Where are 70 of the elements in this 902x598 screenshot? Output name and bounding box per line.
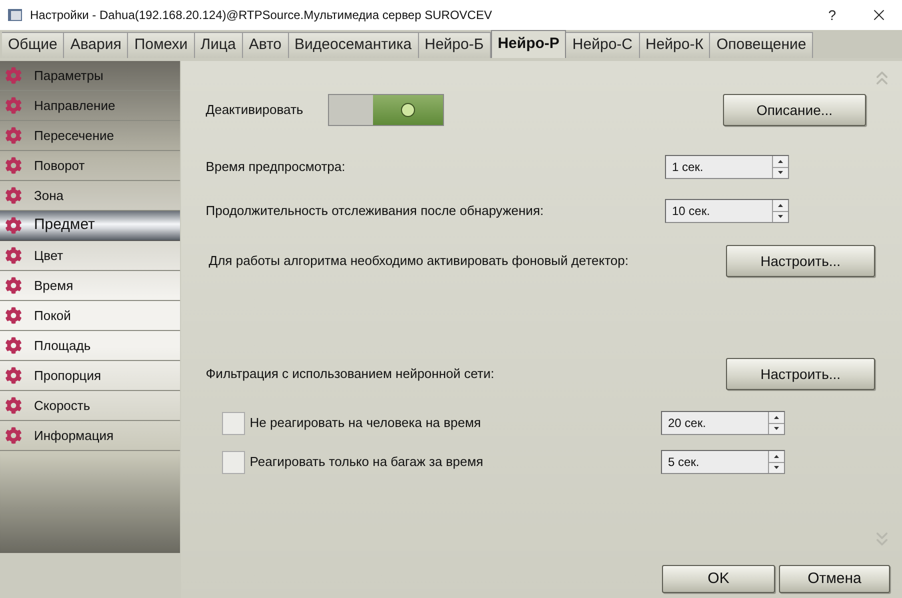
- help-button[interactable]: ?: [828, 4, 836, 26]
- gear-icon: [5, 397, 22, 414]
- sidebar-item[interactable]: Цвет: [0, 241, 180, 271]
- tab[interactable]: Авария: [64, 32, 128, 58]
- spin-field[interactable]: 1 сек.: [665, 155, 789, 179]
- gear-icon: [5, 277, 22, 294]
- ok-button[interactable]: OK: [662, 565, 775, 593]
- gear-icon: [5, 67, 22, 84]
- spin-field[interactable]: 5 сек.: [661, 450, 785, 474]
- sidebar-item[interactable]: Пересечение: [0, 121, 180, 151]
- sidebar-item[interactable]: Пропорция: [0, 361, 180, 391]
- spin-field[interactable]: 10 сек.: [665, 199, 789, 223]
- spin-up-icon[interactable]: [773, 156, 788, 168]
- tracking-duration-label: Продолжительность отслеживания после обнаружения:: [206, 202, 544, 220]
- sidebar-item[interactable]: Направление: [0, 91, 180, 121]
- spin-value: 10 сек.: [671, 203, 711, 220]
- spin-up-icon[interactable]: [769, 412, 784, 424]
- gear-icon: [5, 307, 22, 324]
- window-title: Настройки - Dahua(192.168.20.124)@RTPSource.Мультимедиа сервер SUROVCEV: [30, 7, 492, 24]
- sidebar-item[interactable]: Предмет: [0, 211, 180, 241]
- tab[interactable]: Лица: [194, 32, 243, 58]
- spin-down-icon[interactable]: [773, 212, 788, 222]
- background-detector-label: Для работы алгоритма необходимо активировать фоновый детектор:: [208, 252, 628, 270]
- sidebar-item[interactable]: Площадь: [0, 331, 180, 361]
- spin-down-icon[interactable]: [769, 462, 784, 473]
- spin-up-icon[interactable]: [773, 200, 788, 212]
- spin-down-icon[interactable]: [769, 424, 784, 434]
- gear-icon: [5, 217, 22, 234]
- spin-field[interactable]: 20 сек.: [661, 411, 785, 435]
- description-button[interactable]: Описание...: [723, 94, 866, 126]
- configure-button[interactable]: Настроить...: [726, 358, 875, 390]
- sidebar-item[interactable]: Скорость: [0, 391, 180, 421]
- tab[interactable]: Нейро-С: [566, 32, 640, 58]
- tab[interactable]: Оповещение: [710, 32, 814, 58]
- tab[interactable]: Нейро-К: [640, 32, 710, 58]
- gear-icon: [5, 247, 22, 264]
- gear-icon: [5, 427, 22, 444]
- sidebar-item[interactable]: Информация: [0, 421, 180, 451]
- sidebar-item[interactable]: Покой: [0, 301, 180, 331]
- tab[interactable]: Видеосемантика: [288, 32, 419, 58]
- tab[interactable]: Помехи: [128, 32, 195, 58]
- checkbox[interactable]: [222, 450, 245, 474]
- gear-icon: [5, 157, 22, 174]
- deactivate-label: Деактивировать: [206, 101, 304, 120]
- tab[interactable]: Общие: [2, 32, 64, 58]
- window-icon: [8, 9, 22, 21]
- tab[interactable]: Авто: [242, 32, 289, 58]
- cancel-button[interactable]: Отмена: [779, 565, 890, 593]
- tab[interactable]: Нейро-Б: [418, 32, 491, 58]
- configure-button[interactable]: Настроить...: [726, 245, 875, 277]
- spin-up-icon[interactable]: [769, 451, 784, 462]
- preview-time-label: Время предпросмотра:: [206, 158, 346, 176]
- spin-value: 1 сек.: [671, 159, 704, 176]
- checkbox-label: Реагировать только на багаж за время: [250, 453, 484, 472]
- neural-filter-label: Фильтрация с использованием нейронной сети:: [206, 365, 494, 384]
- spin-value: 5 сек.: [667, 454, 700, 471]
- gear-icon: [5, 127, 22, 144]
- spin-down-icon[interactable]: [773, 168, 788, 178]
- toggle-switch[interactable]: [328, 94, 444, 126]
- gear-icon: [5, 337, 22, 354]
- sidebar-item[interactable]: Время: [0, 271, 180, 301]
- gear-icon: [5, 367, 22, 384]
- checkbox[interactable]: [222, 412, 245, 434]
- tab[interactable]: Нейро-Р: [490, 30, 566, 58]
- sidebar-item[interactable]: Поворот: [0, 151, 180, 181]
- spin-value: 20 сек.: [667, 415, 707, 432]
- sidebar-item[interactable]: Параметры: [0, 61, 180, 91]
- gear-icon: [5, 97, 22, 114]
- checkbox-label: Не реагировать на человека на время: [250, 414, 481, 432]
- gear-icon: [5, 187, 22, 204]
